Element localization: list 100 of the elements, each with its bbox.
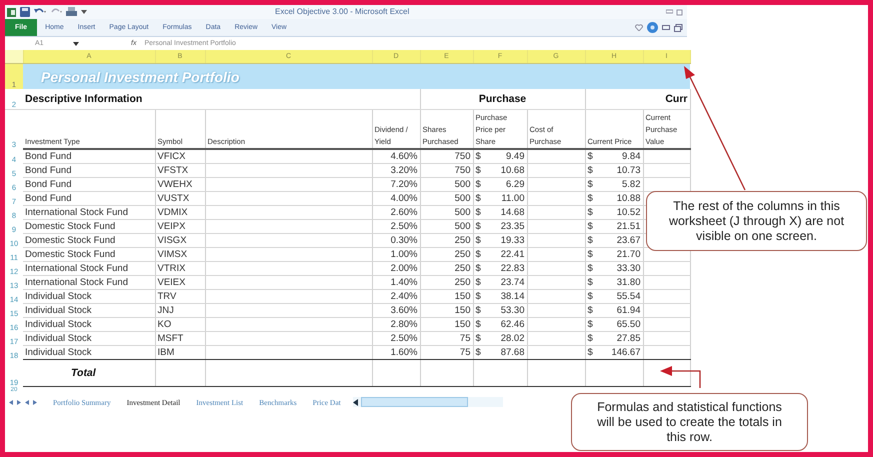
table-cell: $ 87.68 [473, 346, 527, 360]
table-cell: VUSTX [155, 192, 205, 206]
table-cell: Total [23, 360, 155, 386]
table-cell: 150 [420, 318, 473, 332]
table-cell: International Stock Fund [23, 206, 155, 220]
callout: Formulas and statistical functions will be used to create the totals in this row. [571, 393, 808, 451]
table-cell: $ 10.52 [585, 206, 643, 220]
table-cell: $ 22.83 [473, 262, 527, 276]
table-cell: $ 22.41 [473, 248, 527, 262]
scroll-left-icon[interactable] [352, 398, 358, 406]
table-cell: Bond Fund [23, 149, 155, 164]
table-cell: 150 [420, 290, 473, 304]
table-cell: 2.50% [372, 332, 420, 346]
table-cell: VTRIX [155, 262, 205, 276]
table-cell: VEIPX [155, 220, 205, 234]
table-cell: 2.40% [372, 290, 420, 304]
table-cell: 250 [420, 262, 473, 276]
table-cell: $ 19.33 [473, 234, 527, 248]
table-cell: VEIEX [155, 276, 205, 290]
table-cell: $ 62.46 [473, 318, 527, 332]
table-cell: $ 146.67 [585, 346, 643, 360]
table-cell: VWEHX [155, 178, 205, 192]
save-icon[interactable] [20, 7, 30, 17]
table-cell: MSFT [155, 332, 205, 346]
table-cell: 1.40% [372, 276, 420, 290]
restore-icon[interactable] [676, 8, 683, 16]
table-cell: 1.00% [372, 248, 420, 262]
table-cell: $ 23.74 [473, 276, 527, 290]
table-cell: $ 11.00 [473, 192, 527, 206]
table-cell: $ 14.68 [473, 206, 527, 220]
table-cell: 500 [420, 220, 473, 234]
table-cell: $ 6.29 [473, 178, 527, 192]
table-cell: Domestic Stock Fund [23, 234, 155, 248]
table-cell: $ 21.51 [585, 220, 643, 234]
table-cell: Individual Stock [23, 304, 155, 318]
minimize-icon[interactable] [662, 25, 670, 30]
help-icon[interactable] [647, 22, 658, 33]
table-cell: Bond Fund [23, 164, 155, 178]
table-cell: 2.60% [372, 206, 420, 220]
table-cell: VFSTX [155, 164, 205, 178]
table-cell: $ 61.94 [585, 304, 643, 318]
table-cell: $ 23.67 [585, 234, 643, 248]
table-cell: 250 [420, 248, 473, 262]
table-cell: $ 31.80 [585, 276, 643, 290]
table-cell: 2.00% [372, 262, 420, 276]
table-cell: $ 33.30 [585, 262, 643, 276]
table-cell: $ 10.88 [585, 192, 643, 206]
table-cell: Individual Stock [23, 332, 155, 346]
table-cell: 250 [420, 276, 473, 290]
table-cell: Domestic Stock Fund [23, 248, 155, 262]
print-icon[interactable] [66, 7, 77, 17]
table-cell: KO [155, 318, 205, 332]
table-cell: 4.00% [372, 192, 420, 206]
table-cell: VFICX [155, 149, 205, 164]
table-cell: Bond Fund [23, 192, 155, 206]
table-cell: 4.60% [372, 149, 420, 164]
table-cell: $ 23.35 [473, 220, 527, 234]
table-cell: Descriptive Information [23, 89, 372, 110]
table-cell: 75 [420, 346, 473, 360]
table-cell: 2.80% [372, 318, 420, 332]
table-cell: $ 27.85 [585, 332, 643, 346]
table-cell: 7.20% [372, 178, 420, 192]
table-cell: 500 [420, 192, 473, 206]
table-cell: Individual Stock [23, 290, 155, 304]
horizontal-scrollbar[interactable] [352, 397, 503, 407]
heart-icon[interactable] [635, 24, 643, 31]
table-cell: 750 [420, 149, 473, 164]
table-cell: $ 38.14 [473, 290, 527, 304]
window-title: Excel Objective 3.00 - Microsoft Excel [275, 7, 410, 16]
table-cell: JNJ [155, 304, 205, 318]
table-cell: VISGX [155, 234, 205, 248]
table-cell: 150 [420, 304, 473, 318]
table-cell: VIMSX [155, 248, 205, 262]
table-cell: 500 [420, 206, 473, 220]
table-cell: 0.30% [372, 234, 420, 248]
table-cell: 750 [420, 164, 473, 178]
table-cell: $ 9.84 [585, 149, 643, 164]
table-cell: TRV [155, 290, 205, 304]
title-banner: Personal Investment Portfolio [23, 64, 690, 89]
table-cell: $ 10.73 [585, 164, 643, 178]
table-cell: $ 21.70 [585, 248, 643, 262]
table-cell: Individual Stock [23, 346, 155, 360]
table-cell: 250 [420, 234, 473, 248]
table-cell: $ 65.50 [585, 318, 643, 332]
table-cell: $ 10.68 [473, 164, 527, 178]
table-cell: 75 [420, 332, 473, 346]
minimize-icon[interactable] [666, 8, 673, 14]
table-cell: Individual Stock [23, 318, 155, 332]
callout: The rest of the columns in this worksheet (J through X) are not visible on one screen. [646, 191, 867, 251]
table-cell: 3.20% [372, 164, 420, 178]
table-cell: $ 9.49 [473, 149, 527, 164]
table-cell: 2.50% [372, 220, 420, 234]
table-cell: 1.60% [372, 346, 420, 360]
caret-icon[interactable] [73, 42, 79, 46]
dropdown-icon[interactable] [81, 9, 87, 15]
table-cell: IBM [155, 346, 205, 360]
excel-icon[interactable] [7, 8, 16, 16]
table-cell: Domestic Stock Fund [23, 220, 155, 234]
table-cell: $ 55.54 [585, 290, 643, 304]
table-cell: $ 53.30 [473, 304, 527, 318]
